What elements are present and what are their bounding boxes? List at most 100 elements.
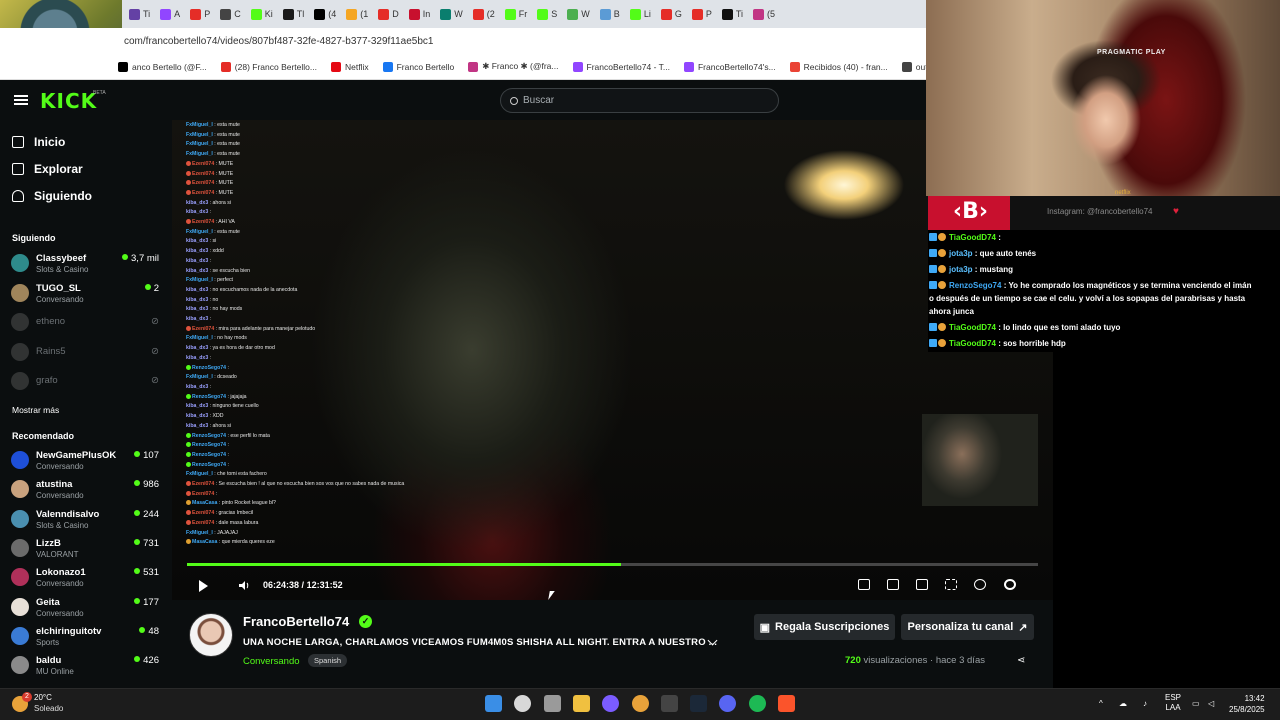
spotify-icon[interactable] [748,695,766,712]
bookmark-item[interactable]: FrancoBertello74 - T... [572,61,670,72]
browser-tab[interactable]: Tl [278,3,310,25]
display-icon[interactable]: ▭ [1192,699,1200,708]
chrome-icon[interactable] [631,695,649,712]
browser-tab[interactable]: W [435,3,468,25]
bookmark-item[interactable]: FrancoBertello74's... [683,61,776,72]
fullscreen-icon[interactable] [945,579,957,590]
miniplayer-icon[interactable] [858,579,870,590]
channel-item[interactable]: Classybeef Slots & Casino 3,7 mil [11,252,161,278]
search-input[interactable]: Buscar [500,88,779,113]
browser-tab[interactable]: (4 [309,3,341,25]
obs-icon[interactable] [660,695,678,712]
overlay-chat-separator: : [226,442,229,449]
bookmark-item[interactable]: ✱ Franco ✱ (@fra... [468,61,559,72]
badge-icon [186,490,191,496]
menu-icon[interactable] [14,95,28,105]
language-badge[interactable]: Spanish [308,654,348,667]
channel-item[interactable]: etheno ⊘ [11,311,161,337]
browser-tab[interactable]: In [404,3,436,25]
clip-icon[interactable] [916,579,928,590]
play-icon[interactable] [199,580,208,592]
tab-favicon-icon [504,8,516,20]
overlay-chat-message: kiba_dx3 : ahora si [186,199,416,209]
browser-tab[interactable]: S [532,3,562,25]
network-icon[interactable]: ☁ [1119,699,1127,708]
browser-tab[interactable]: Li [625,3,656,25]
browser-tab[interactable]: (5 [748,3,780,25]
channel-item[interactable]: elchiringuitotv Sports 48 [11,625,161,651]
overlay-chat-text: ninguno tiene cuello [212,403,259,410]
channel-item[interactable]: Lokonazo1 Conversando 531 [11,566,161,592]
language-indicator[interactable]: ESP LAA [1165,693,1181,713]
tray-chevron-icon[interactable]: ^ [1099,699,1103,708]
channel-item[interactable]: Valenndisalvo Slots & Casino 244 [11,508,161,534]
overlay-chat-separator: : [226,451,229,458]
clock[interactable]: 13:42 25/8/2025 [1229,693,1265,715]
browser-tab[interactable]: Fr [500,3,533,25]
brave-icon[interactable] [778,695,795,712]
overlay-chat-separator: : [208,209,212,216]
channel-name[interactable]: FrancoBertello74 [243,614,349,629]
show-more-link[interactable]: Mostrar más [12,405,59,415]
explorer-icon[interactable] [572,695,590,712]
overlay-chat-user: kiba_dx3 [186,267,209,274]
overlay-chat-text: MUTE [218,180,234,187]
browser-tab[interactable]: G [656,3,687,25]
kick-logo[interactable]: KICK [40,89,97,113]
bookmark-item[interactable]: outlook [901,61,926,72]
channel-item[interactable]: TUGO_SL Conversando 2 [11,282,161,308]
stream-chat-user: jota3p [949,265,973,274]
theater-mode-icon[interactable] [887,579,899,590]
browser-tab[interactable]: Ti [717,3,748,25]
browser-tab[interactable]: Ti [124,3,155,25]
browser-tab[interactable]: P [185,3,215,25]
overlay-chat-user: MasaCasa [192,539,218,546]
browser-tab[interactable]: A [155,3,185,25]
browser-tab[interactable]: (1 [341,3,373,25]
overlay-chat-message: RenzoSego74 : [186,461,416,471]
taskview-icon[interactable] [543,695,561,712]
channel-item[interactable]: grafo ⊘ [11,370,161,396]
start-icon[interactable] [485,695,502,712]
channel-name: Classybeef [36,253,87,264]
browser-tab[interactable]: D [373,3,404,25]
steam-icon[interactable] [690,695,708,712]
browser-tab[interactable]: W [562,3,595,25]
channel-item[interactable]: Rains5 ⊘ [11,341,161,367]
nav-item-explorar[interactable]: Explorar [12,162,83,176]
channel-avatar[interactable] [189,613,233,657]
speed-icon[interactable] [974,579,986,590]
volume-icon[interactable] [238,580,250,591]
overlay-chat-user: Ezeni074 [192,519,215,526]
channel-item[interactable]: atustina Conversando 986 [11,478,161,504]
overlay-chat-message: kiba_dx3 : ahora si [186,422,416,432]
address-bar[interactable]: com/francobertello74/videos/807bf487-32f… [0,28,926,54]
gift-subs-button[interactable]: ▣ Regala Suscripciones [754,614,895,640]
browser-tab[interactable]: C [215,3,246,25]
mic-icon[interactable]: ♪ [1143,699,1147,708]
speaker-icon[interactable]: ◁ [1208,699,1214,708]
bookmark-item[interactable]: Franco Bertello [382,61,454,72]
stream-category[interactable]: Conversando [243,656,300,667]
tab-favicon-icon [440,8,452,20]
bookmark-item[interactable]: (28) Franco Bertello... [220,61,317,72]
browser-tab[interactable]: (2 [468,3,500,25]
overlay-chat-message: RenzoSego74 : ese perfil lo mata [186,432,416,442]
channel-item[interactable]: NewGamePlusOK Conversando 107 [11,449,161,475]
browser-tab[interactable]: Ki [246,3,278,25]
channel-item[interactable]: Geita Conversando 177 [11,596,161,622]
browser-tab[interactable]: P [687,3,717,25]
tab-favicon-icon [220,8,232,20]
nav-item-siguiendo[interactable]: Siguiendo [12,189,92,203]
settings-gear-icon[interactable] [1004,579,1016,590]
bookmark-item[interactable]: Recibidos (40) - fran... [789,61,888,72]
bookmark-item[interactable]: Netflix [330,61,369,72]
overlay-chat-message: Ezeni074 : MUTE [186,160,416,170]
browser-tab[interactable]: B [595,3,625,25]
bookmark-item[interactable]: anco Bertello (@F... [118,61,207,72]
nav-item-inicio[interactable]: Inicio [12,135,65,149]
channel-item[interactable]: LizzB VALORANT 731 [11,537,161,563]
customize-channel-button[interactable]: Personaliza tu canal ↗ [901,614,1034,640]
channel-item[interactable]: baldu MU Online 426 [11,654,161,680]
share-icon[interactable]: ⋖ [1017,655,1025,666]
